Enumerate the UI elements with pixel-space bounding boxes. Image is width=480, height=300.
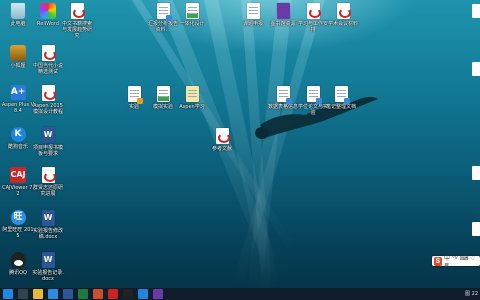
desktop-icon-qq[interactable]: 腾讯QQ (1, 252, 35, 276)
aliwangwang-icon: 旺 (10, 210, 26, 225)
document-file-icon (127, 86, 143, 104)
powerpoint-app-icon[interactable] (93, 289, 103, 299)
desktop-background: 此电脑 小狐狸 A+ Aspen Plus V8.4 K 酷狗音乐 CAJ CA… (0, 0, 480, 288)
start-button[interactable] (3, 289, 13, 299)
pdf-file-icon (41, 45, 56, 61)
pdf-reader-icon[interactable] (108, 289, 118, 299)
qq-taskbar-icon[interactable] (123, 289, 133, 299)
desktop-icon-partial[interactable] (472, 222, 480, 236)
word-file-icon (41, 252, 55, 268)
pdf-file-icon (336, 3, 351, 19)
document-file-icon (334, 86, 350, 104)
ime-status[interactable]: 中 °º ⌨ ♡ ≣ (444, 253, 478, 269)
desktop-icon-partial[interactable] (472, 166, 480, 180)
computer-icon (11, 3, 25, 19)
desktop-icon-doc-data[interactable]: 数据表格信息 (266, 86, 300, 110)
desktop-icon-pdf-schedule[interactable]: 学习与工作安排 (296, 3, 330, 33)
desktop-icon-this-pc[interactable]: 此电脑 (1, 3, 35, 27)
document-file-icon (156, 3, 172, 21)
qq-penguin-icon (10, 252, 26, 268)
pdf-file-icon (41, 85, 56, 101)
desktop-icon-kugou[interactable]: K 酷狗音乐 (1, 127, 35, 150)
ime-toolbar[interactable]: S 中 °º ⌨ ♡ ≣ (432, 253, 480, 269)
browser-icon[interactable] (48, 289, 58, 299)
desktop-icon-pdf-aspen-tutorial[interactable]: Aspen 2015模拟设计教程 (31, 85, 65, 115)
desktop-icon-aliwangwang[interactable]: 旺 阿里旺旺 2015 (1, 210, 35, 239)
system-tray[interactable]: 图 22 (465, 289, 478, 299)
desktop-icon-cajviewer[interactable]: CAJ CAJViewer 7.2 (1, 167, 35, 197)
cajviewer-icon: CAJ (10, 167, 26, 183)
pdf-file-icon (215, 128, 230, 144)
desktop-icon-partial[interactable] (472, 4, 480, 18)
desktop-icon-word-record[interactable]: 实验报告记录.docx (31, 252, 65, 282)
document-file-icon (156, 86, 170, 102)
tray-clock[interactable]: 图 22 (465, 291, 478, 297)
fox-app-icon (10, 45, 26, 61)
archive-file-icon (276, 3, 290, 19)
document-file-icon (276, 86, 292, 104)
word-app-icon[interactable] (63, 289, 73, 299)
desktop-icon-doc-aspen-study[interactable]: Aspen学习 (175, 86, 209, 110)
kugou-icon: K (10, 127, 26, 142)
sogou-ime-icon[interactable]: S (434, 256, 442, 266)
reliword-icon (40, 3, 56, 19)
document-file-icon (185, 3, 199, 19)
desktop-icon-pdf-conference[interactable]: 学术会议材料 (326, 3, 360, 27)
desktop-icon-pdf-books[interactable]: 中文书籍搜索与发展趋势研究 (60, 3, 94, 39)
desktop-icon-word-template[interactable]: 项目申报书模板与要求 (31, 127, 65, 157)
document-file-icon (185, 86, 199, 102)
desktop-icon-doc-notes[interactable]: 笔记整理文档 (324, 86, 358, 110)
desktop-icon-pdf-references[interactable]: 参考文献 (205, 128, 239, 152)
word-file-icon (41, 127, 55, 143)
desktop-icon-partial[interactable] (472, 62, 480, 76)
taskbar: 图 22 (0, 288, 480, 300)
desktop-icon-doc-design[interactable]: 一体化设计 (175, 3, 209, 27)
desktop-icon-aspen[interactable]: A+ Aspen Plus V8.4 (1, 85, 35, 114)
search-icon[interactable] (18, 289, 28, 299)
document-file-icon (246, 3, 260, 19)
desktop-icon-word-report[interactable]: 实验报告修改稿.docx (31, 210, 65, 240)
music-app-icon[interactable] (138, 289, 148, 299)
app-icon[interactable] (153, 289, 163, 299)
word-file-icon (41, 210, 55, 226)
pdf-file-icon (70, 3, 85, 19)
pdf-file-icon (41, 167, 56, 183)
desktop-icon-pdf-research[interactable]: 群贤志还原研究进展 (31, 167, 65, 197)
document-file-icon (306, 86, 322, 104)
desktop-icon-pdf-novel[interactable]: 中国当代小说精选测试 (31, 45, 65, 75)
excel-app-icon[interactable] (78, 289, 88, 299)
desktop-icon-doc-project[interactable]: 课题申报 (236, 3, 270, 27)
file-explorer-icon[interactable] (33, 289, 43, 299)
desktop-icon-fox[interactable]: 小狐狸 (1, 45, 35, 69)
desktop-icon-doc-library[interactable]: 图书馆资源 (266, 3, 300, 27)
aspen-icon: A+ (10, 85, 26, 100)
pdf-file-icon (306, 3, 321, 19)
